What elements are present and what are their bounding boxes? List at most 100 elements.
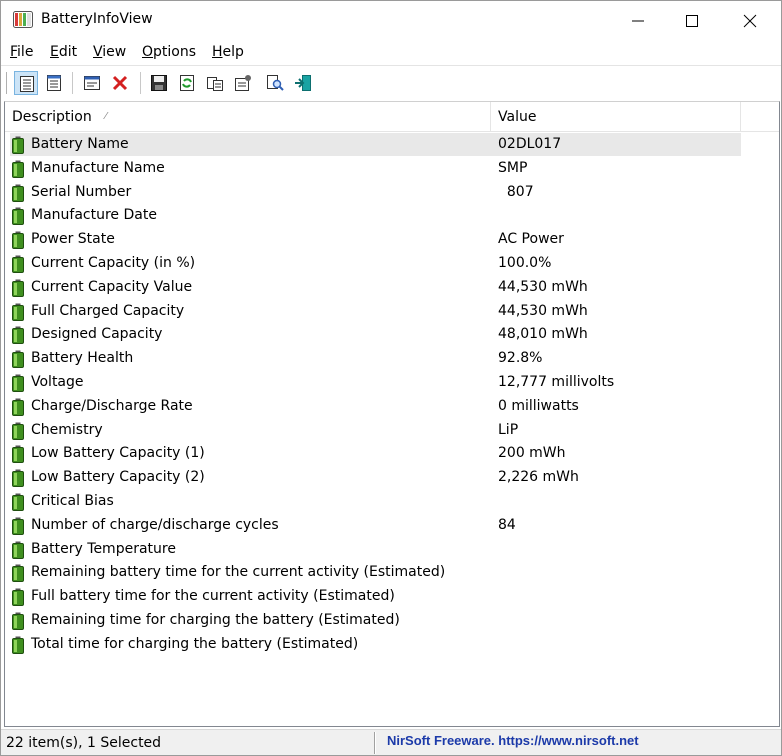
- row-description: Current Capacity Value: [31, 278, 193, 295]
- toolbar-separator: [72, 72, 73, 94]
- copy-icon: [207, 77, 223, 91]
- list-rows: Battery Name 02DL017 Manufacture Name SMP Se…: [5, 132, 779, 656]
- row-description: Low Battery Capacity (2): [31, 469, 205, 486]
- status-item-count: 22 item(s), 1 Selected: [6, 735, 162, 751]
- row-description: Manufacture Date: [31, 207, 157, 224]
- battery-icon: [12, 136, 24, 154]
- battery-icon: [12, 398, 24, 416]
- toolbar-separator: [140, 72, 141, 94]
- row-value: 02DL017: [498, 136, 562, 152]
- close-icon: [743, 14, 757, 28]
- table-row[interactable]: Battery Temperature: [5, 537, 779, 561]
- exit-icon: [295, 75, 311, 91]
- menu-help[interactable]: Help: [212, 44, 244, 60]
- table-row[interactable]: Charge/Discharge Rate 0 milliwatts: [5, 394, 779, 418]
- battery-icon: [12, 564, 24, 583]
- properties-button[interactable]: [231, 71, 255, 95]
- row-description: Critical Bias: [31, 492, 114, 509]
- table-row[interactable]: Full battery time for the current activi…: [5, 584, 779, 608]
- row-description: Remaining time for charging the battery …: [31, 611, 400, 628]
- battery-icon: [12, 588, 24, 607]
- row-description: Full Charged Capacity: [31, 302, 185, 319]
- table-row[interactable]: Total time for charging the battery (Est…: [5, 632, 779, 656]
- maximize-button[interactable]: [667, 1, 717, 41]
- toolbar: [1, 65, 781, 99]
- table-row[interactable]: Low Battery Capacity (1) 200 mWh: [5, 441, 779, 465]
- exit-button[interactable]: [291, 71, 315, 95]
- table-row[interactable]: Designed Capacity 48,010 mWh: [5, 322, 779, 346]
- app-window: BatteryInfoView File Edit View Options H…: [0, 0, 782, 756]
- table-row[interactable]: Battery Health 92.8%: [5, 346, 779, 370]
- close-red-x-icon: [112, 75, 128, 91]
- row-value: 44,530 mWh: [498, 278, 588, 295]
- minimize-button[interactable]: [613, 1, 663, 41]
- battery-icon: [12, 303, 24, 321]
- menu-options[interactable]: Options: [142, 44, 196, 60]
- table-row[interactable]: Full Charged Capacity 44,530 mWh: [5, 299, 779, 323]
- menu-file[interactable]: File: [10, 44, 33, 60]
- row-description: Full battery time for the current activi…: [31, 588, 395, 605]
- column-header-value[interactable]: Value: [491, 102, 741, 132]
- table-row[interactable]: Current Capacity (in %) 100.0%: [5, 251, 779, 275]
- row-value: 200 mWh: [498, 445, 566, 462]
- row-description: Current Capacity (in %): [31, 254, 196, 271]
- battery-icon: [12, 517, 24, 535]
- menu-bar: File Edit View Options Help: [1, 41, 781, 65]
- save-button[interactable]: [147, 71, 171, 95]
- row-description: Serial Number: [31, 183, 132, 200]
- battery-icon: [12, 184, 24, 202]
- battery-icon: [12, 636, 24, 654]
- table-row[interactable]: Remaining time for charging the battery …: [5, 608, 779, 632]
- table-row[interactable]: Power State AC Power: [5, 227, 779, 251]
- minimize-icon: [632, 20, 644, 22]
- window-title: BatteryInfoView: [41, 11, 153, 27]
- table-row[interactable]: Remaining battery time for the current a…: [5, 560, 779, 584]
- table-row[interactable]: Manufacture Date: [5, 203, 779, 227]
- list-view-icon: [47, 75, 61, 91]
- battery-info-list[interactable]: Description ⁄ Value Battery Name 02DL017 M…: [4, 101, 780, 727]
- refresh-icon: [180, 75, 194, 91]
- details-view-icon: [20, 76, 34, 92]
- row-description: Chemistry: [31, 421, 103, 438]
- close-button[interactable]: [725, 1, 775, 41]
- table-row[interactable]: Critical Bias: [5, 489, 779, 513]
- status-bar: 22 item(s), 1 Selected NirSoft Freeware.…: [1, 729, 781, 755]
- find-button[interactable]: [263, 71, 287, 95]
- battery-icon: [12, 207, 24, 226]
- row-description: Remaining battery time for the current a…: [31, 564, 446, 581]
- battery-icon: [12, 231, 24, 250]
- menu-edit[interactable]: Edit: [50, 44, 77, 60]
- row-description: Low Battery Capacity (1): [31, 445, 205, 462]
- list-view-button[interactable]: [42, 71, 66, 95]
- toolbar-grip[interactable]: [6, 72, 8, 94]
- battery-icon: [12, 350, 24, 369]
- nirsoft-link[interactable]: NirSoft Freeware. https://www.nirsoft.ne…: [387, 733, 639, 748]
- row-description: Number of charge/discharge cycles: [31, 516, 279, 533]
- details-view-button[interactable]: [14, 71, 38, 95]
- row-description: Battery Temperature: [31, 540, 176, 557]
- save-disk-icon: [151, 75, 167, 91]
- list-header: Description ⁄ Value: [5, 102, 779, 132]
- delete-button[interactable]: [108, 71, 132, 95]
- refresh-button[interactable]: [175, 71, 199, 95]
- table-row[interactable]: Serial Number 807: [5, 180, 779, 204]
- status-divider: [374, 732, 376, 754]
- menu-view[interactable]: View: [93, 44, 126, 60]
- column-header-description[interactable]: Description ⁄: [5, 102, 491, 132]
- table-row[interactable]: Battery Name 02DL017: [5, 132, 779, 156]
- row-value: 0 milliwatts: [498, 397, 579, 414]
- table-row[interactable]: Chemistry LiP: [5, 418, 779, 442]
- table-row[interactable]: Current Capacity Value 44,530 mWh: [5, 275, 779, 299]
- table-row[interactable]: Voltage 12,777 millivolts: [5, 370, 779, 394]
- battery-icon: [12, 493, 24, 511]
- table-row[interactable]: Number of charge/discharge cycles 84: [5, 513, 779, 537]
- row-value: 84: [498, 516, 516, 533]
- copy-button[interactable]: [203, 71, 227, 95]
- row-value: 44,530 mWh: [498, 302, 588, 319]
- row-value: SMP: [498, 159, 528, 176]
- maximize-icon: [686, 15, 698, 27]
- properties-window-button[interactable]: [80, 71, 104, 95]
- table-row[interactable]: Low Battery Capacity (2) 2,226 mWh: [5, 465, 779, 489]
- table-row[interactable]: Manufacture Name SMP: [5, 156, 779, 180]
- title-bar[interactable]: BatteryInfoView: [1, 1, 781, 41]
